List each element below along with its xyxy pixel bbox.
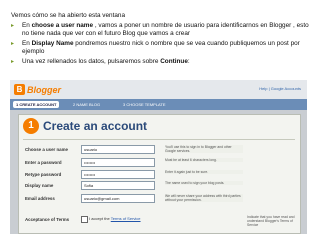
create-account-panel: 1 Create an account Choose a user name u… xyxy=(18,114,301,234)
title-main: Create an xyxy=(43,119,98,133)
terms-text: I accept the Terms of Service xyxy=(89,216,141,221)
blogger-header: B Blogger Help | Google Accounts xyxy=(10,80,307,99)
bullet-3: ▸ Una vez rellenados los datos, pulsaremo… xyxy=(11,58,311,67)
bullet-1-pre: En xyxy=(22,21,32,29)
step-choose-template: 3 CHOOSE TEMPLATE xyxy=(123,102,166,107)
bullet-3-bold: Continue xyxy=(160,57,188,65)
slide: Vemos cómo se ha abierto esta ventana ▸ E… xyxy=(0,0,320,240)
email-input[interactable]: usuario@gmail.com xyxy=(81,194,155,203)
username-label: Choose a user name xyxy=(25,147,68,152)
terms-label: Acceptance of Terms xyxy=(25,217,70,222)
blogger-screenshot: B Blogger Help | Google Accounts 1 CREAT… xyxy=(10,80,307,234)
display-name-label: Display name xyxy=(25,183,54,188)
bullet-3-pre: Una vez rellenados los datos, pulsaremos… xyxy=(22,57,161,65)
email-label: Email address xyxy=(25,196,55,201)
bullet-arrow-icon: ▸ xyxy=(11,58,15,65)
blogger-logo-icon: B xyxy=(14,84,25,95)
top-links[interactable]: Help | Google Accounts xyxy=(259,86,301,91)
page-title: Create an account xyxy=(43,119,147,133)
terms-checkbox[interactable] xyxy=(81,216,88,223)
step-create-account: 1 CREATE ACCOUNT xyxy=(13,101,60,108)
display-name-hint: The name used to sign your blog posts. xyxy=(165,181,243,186)
step-name-blog: 2 NAME BLOG xyxy=(73,102,101,107)
title-bold: account xyxy=(101,119,148,133)
blogger-logo-name: Blogger xyxy=(27,84,62,95)
divider xyxy=(23,139,295,140)
signup-steps: 1 CREATE ACCOUNT 2 NAME BLOG 3 CHOOSE TE… xyxy=(10,99,307,110)
terms-prefix: I accept the xyxy=(89,216,110,221)
bullet-3-post: : xyxy=(187,57,190,65)
bullet-1-bold: choose a user name xyxy=(31,21,94,29)
retype-password-input[interactable]: •••••••• xyxy=(81,170,155,179)
panel-header: 1 Create an account xyxy=(23,118,147,134)
step-number-badge: 1 xyxy=(23,118,39,134)
bullet-arrow-icon: ▸ xyxy=(11,40,15,47)
bullet-2-bold: Display Name xyxy=(31,39,74,47)
instructions-text: Vemos cómo se ha abierto esta ventana ▸ E… xyxy=(11,12,311,68)
blogger-logo: B Blogger xyxy=(14,83,61,96)
email-hint: We will never share your address with th… xyxy=(165,194,243,203)
terms-link[interactable]: Terms of Service xyxy=(111,216,141,221)
password-label: Enter a password xyxy=(25,160,62,165)
bullet-2: ▸ En Display Name pondremos nuestro nick … xyxy=(11,40,311,57)
display-name-input[interactable]: Sofia xyxy=(81,181,155,190)
retype-password-hint: Enter it again just to be sure. xyxy=(165,170,243,175)
intro-text: Vemos cómo se ha abierto esta ventana xyxy=(11,12,126,19)
retype-password-label: Retype password xyxy=(25,172,62,177)
password-input[interactable]: •••••••• xyxy=(81,158,155,167)
bullet-arrow-icon: ▸ xyxy=(11,22,15,29)
bullet-2-pre: En xyxy=(22,39,32,47)
bullet-1: ▸ En choose a user name , vamos a poner u… xyxy=(11,22,311,39)
password-hint: Must be at least 6 characters long. xyxy=(165,158,243,163)
username-input[interactable]: usuario xyxy=(81,145,155,154)
username-hint: You'll use this to sign in to Blogger an… xyxy=(165,145,243,154)
terms-hint: Indicate that you have read and understa… xyxy=(247,215,295,228)
